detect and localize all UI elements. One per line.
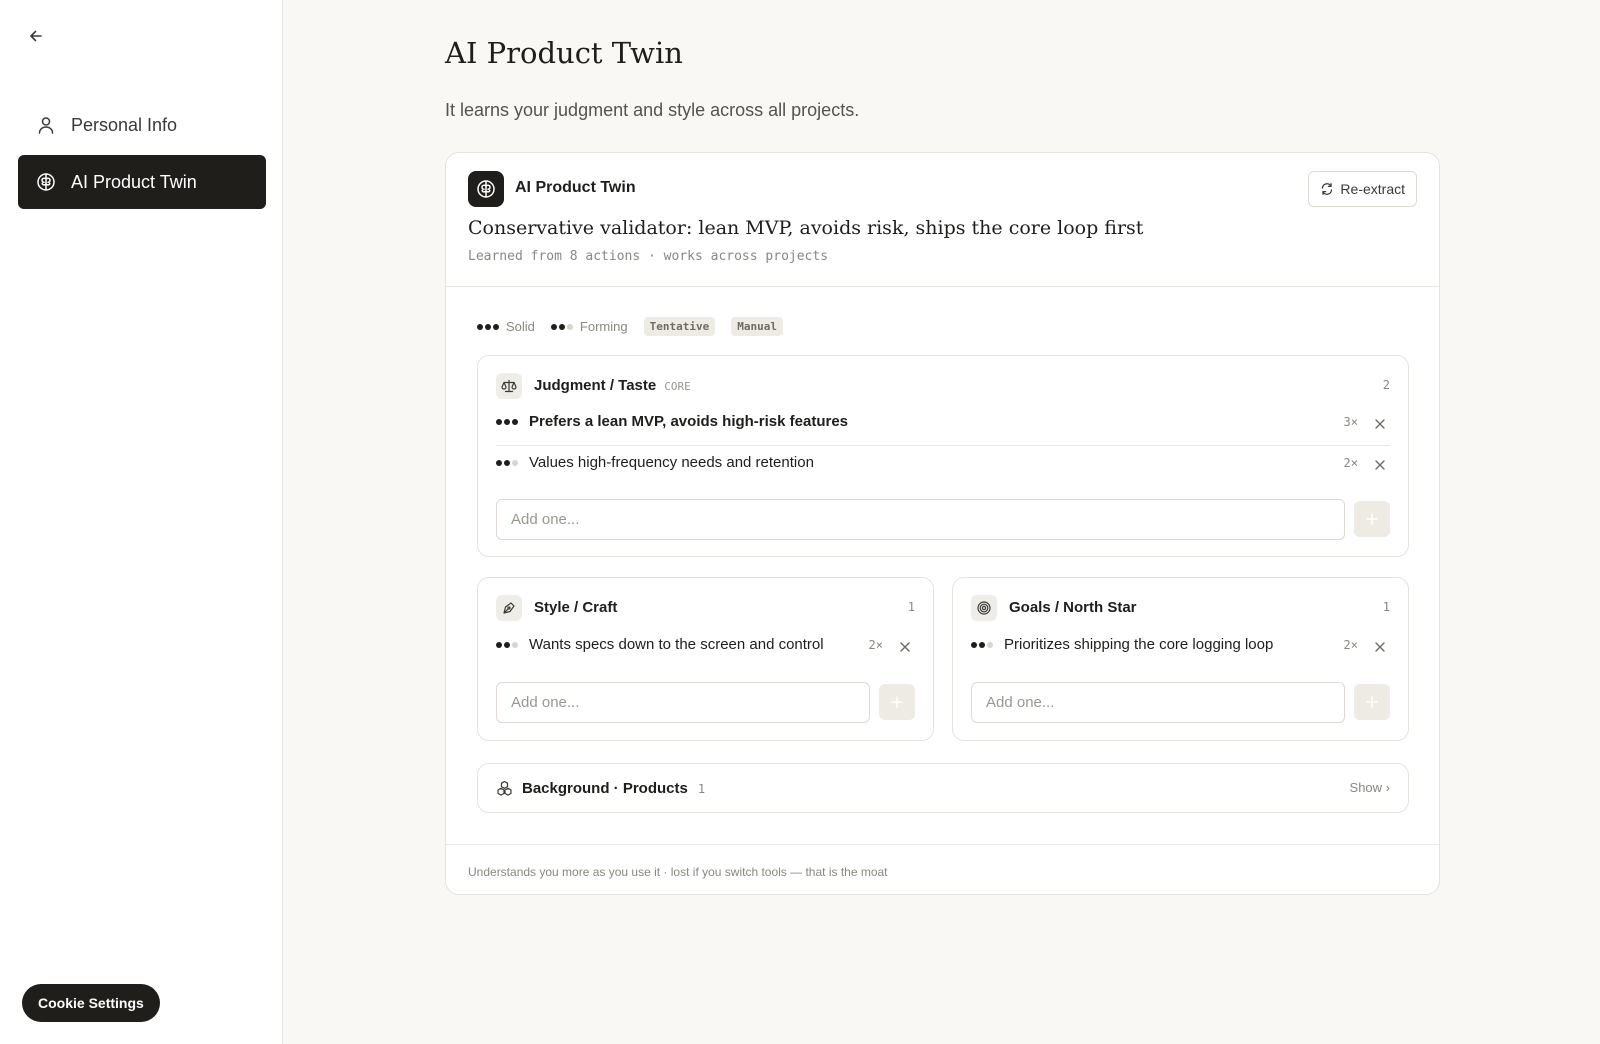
twin-card: AI Product Twin Re-extract Conservative … [445, 152, 1440, 895]
section-count: 2 [1382, 378, 1390, 392]
legend-manual-chip: Manual [731, 317, 783, 336]
strength-dots-3 [496, 418, 518, 425]
legend-forming: Forming [550, 319, 628, 334]
section-judgment-taste: Judgment / Taste CORE 2 Prefers a lean MV… [477, 355, 1409, 557]
card-brand-name: AI Product Twin [515, 179, 636, 196]
trait-multiplier: 2× [1343, 456, 1358, 470]
strength-legend: Solid Forming Tentative Manual [477, 317, 799, 336]
divider [496, 445, 1390, 446]
add-trait-button[interactable] [1354, 501, 1390, 537]
section-style-craft: Style / Craft 1 Wants specs down to the … [477, 577, 934, 741]
strength-dots-2 [971, 641, 993, 648]
plus-icon [1366, 696, 1378, 708]
close-icon [900, 642, 910, 652]
section-title: Goals / North Star [1009, 599, 1137, 616]
trait-item: Prefers a lean MVP, avoids high-risk fea… [496, 413, 848, 430]
strength-dots-2 [496, 641, 518, 648]
legend-solid: Solid [477, 319, 535, 334]
add-trait-input[interactable] [971, 682, 1345, 723]
refresh-icon [1320, 182, 1334, 196]
sidebar-item-label: AI Product Twin [71, 171, 197, 192]
show-button[interactable]: Show › [1350, 780, 1390, 795]
back-button[interactable] [24, 24, 48, 48]
sidebar-item-personal-info[interactable]: Personal Info [18, 98, 266, 152]
trait-item: Values high-frequency needs and retentio… [496, 454, 814, 471]
brain-icon [468, 171, 504, 207]
legend-tentative-chip: Tentative [643, 317, 716, 336]
arrow-left-icon [30, 30, 42, 42]
remove-trait-button[interactable] [1371, 456, 1389, 474]
persona-summary: Conservative validator: lean MVP, avoids… [468, 217, 1144, 239]
trait-multiplier: 2× [1343, 638, 1358, 652]
section-title: Background · Products 1 [522, 780, 706, 797]
target-icon [971, 595, 997, 621]
brain-icon [35, 171, 57, 193]
re-extract-label: Re-extract [1340, 181, 1405, 197]
section-title: Judgment / Taste CORE [534, 377, 691, 394]
close-icon [1375, 460, 1385, 470]
learned-meta: Learned from 8 actions · works across pr… [468, 249, 829, 264]
trait-multiplier: 3× [1343, 415, 1358, 429]
close-icon [1375, 419, 1385, 429]
page-subtitle: It learns your judgment and style across… [445, 100, 860, 120]
add-trait-button[interactable] [879, 684, 915, 720]
card-footer: Understands you more as you use it · los… [446, 844, 1439, 895]
re-extract-button[interactable]: Re-extract [1308, 171, 1417, 207]
section-goals-north-star: Goals / North Star 1 Prioritizes shippin… [952, 577, 1409, 741]
core-tag: CORE [664, 380, 691, 393]
sidebar-item-ai-product-twin[interactable]: AI Product Twin [18, 155, 266, 209]
remove-trait-button[interactable] [1371, 638, 1389, 656]
cookie-settings-button[interactable]: Cookie Settings [22, 984, 160, 1022]
sidebar: Personal Info AI Product Twin Cookie Set… [0, 0, 283, 1044]
strength-dots-3 [477, 323, 499, 330]
cubes-icon [496, 780, 513, 797]
remove-trait-button[interactable] [1371, 415, 1389, 433]
trait-multiplier: 2× [868, 638, 883, 652]
add-trait-input[interactable] [496, 499, 1345, 540]
plus-icon [891, 696, 903, 708]
card-header: AI Product Twin Re-extract Conservative … [446, 153, 1439, 287]
add-trait-input[interactable] [496, 682, 870, 723]
page-title: AI Product Twin [445, 36, 683, 70]
trait-item: Prioritizes shipping the core logging lo… [971, 636, 1273, 653]
section-count: 1 [1382, 600, 1390, 614]
remove-trait-button[interactable] [896, 638, 914, 656]
pen-tool-icon [496, 595, 522, 621]
sidebar-item-label: Personal Info [71, 114, 178, 135]
strength-dots-2 [496, 459, 518, 466]
close-icon [1375, 642, 1385, 652]
section-title: Style / Craft [534, 599, 618, 616]
section-background-products[interactable]: Background · Products 1 Show › [477, 763, 1409, 813]
section-count: 1 [907, 600, 915, 614]
footer-note: Understands you more as you use it · los… [468, 865, 888, 879]
trait-item: Wants specs down to the screen and contr… [496, 636, 824, 653]
user-icon [35, 114, 57, 136]
section-count: 1 [697, 782, 706, 796]
strength-dots-2 [550, 323, 573, 330]
scale-icon [496, 373, 522, 399]
add-trait-button[interactable] [1354, 684, 1390, 720]
plus-icon [1366, 513, 1378, 525]
